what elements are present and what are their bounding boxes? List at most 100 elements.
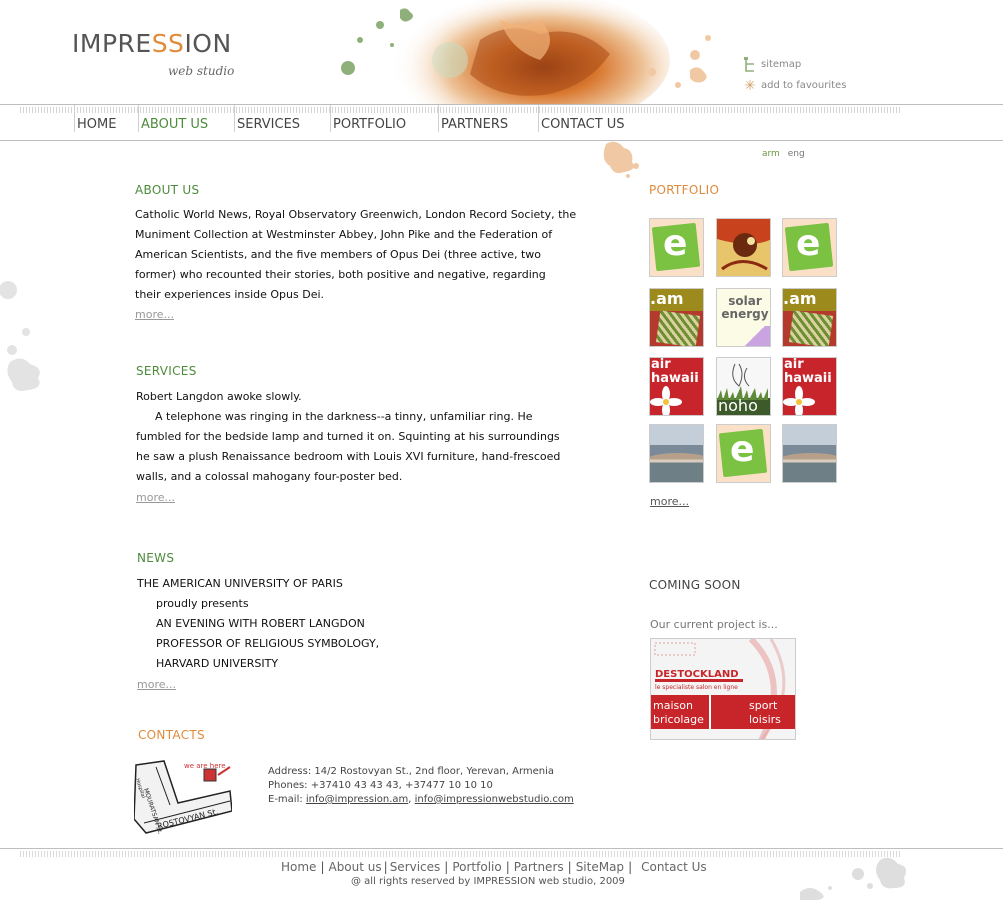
contacts-title: CONTACTS [138, 728, 205, 742]
portfolio-thumb-1[interactable]: e [649, 218, 704, 277]
sitemap-label: sitemap [761, 59, 802, 70]
portfolio-more-link[interactable]: more... [650, 495, 689, 508]
thumb-text: e [730, 429, 755, 470]
news-line: HARVARD UNIVERSITY [156, 657, 279, 670]
news-line: PROFESSOR OF RELIGIOUS SYMBOLOGY, [156, 637, 380, 650]
footer-link-contact[interactable]: Contact Us [641, 860, 707, 874]
footer-separator: | [320, 860, 325, 874]
footer-separator: | [505, 860, 510, 874]
footer-separator: | [444, 860, 449, 874]
footer-divider [0, 848, 1003, 858]
paint-splash-nav [603, 141, 639, 178]
ad-right-text: sport [749, 699, 778, 712]
email-prefix: E-mail: [268, 794, 306, 805]
logo-wordmark: IMPRESSION [72, 29, 232, 58]
ad-left-text-2: bricolage [653, 713, 704, 726]
services-text: Robert Langdon awoke slowly. A telephone… [136, 387, 560, 487]
footer-link-sitemap[interactable]: SiteMap [576, 860, 624, 874]
email-link-1[interactable]: info@impression.am [306, 794, 408, 805]
services-line: fumbled for the bedside lamp and turned … [136, 430, 560, 443]
logo-tagline: web studio [168, 64, 235, 78]
portfolio-thumb-9[interactable]: air hawaii [782, 357, 837, 416]
nav-contact-us[interactable]: CONTACT US [538, 105, 625, 132]
portfolio-thumb-12[interactable] [782, 424, 837, 483]
portfolio-thumb-3[interactable]: e [782, 218, 837, 277]
contact-address: Address: 14/2 Rostovyan St., 2nd floor, … [268, 766, 555, 777]
utility-links: sitemap ✳ add to favourites [742, 54, 846, 96]
ad-right-text-2: loisirs [749, 713, 781, 726]
contact-email-row: E-mail: info@impression.am, info@impress… [268, 793, 574, 807]
about-line: American Scientists, and the five member… [135, 248, 542, 261]
nav-home[interactable]: HOME [74, 105, 116, 132]
current-project-banner[interactable]: DESTOCKLAND le specialiste salon en lign… [650, 638, 796, 740]
portfolio-thumb-11[interactable]: e [716, 424, 771, 483]
portfolio-thumb-8[interactable]: noho [716, 357, 771, 416]
footer-link-about[interactable]: About us [328, 860, 381, 874]
news-line: proudly presents [156, 597, 249, 610]
footer-link-home[interactable]: Home [281, 860, 316, 874]
services-line: walls, and a colossal mahogany four-post… [136, 470, 403, 483]
language-switcher: arm eng [762, 149, 810, 159]
portfolio-thumb-5[interactable]: solar energy [716, 288, 771, 347]
header-banner-image [330, 0, 740, 104]
current-project-label: Our current project is... [650, 618, 778, 631]
news-more-link[interactable]: more... [137, 678, 176, 691]
services-title: SERVICES [136, 364, 197, 378]
portfolio-thumb-2[interactable] [716, 218, 771, 277]
about-line: their experiences inside Opus Dei. [135, 288, 325, 301]
main-navigation: HOME ABOUT US SERVICES PORTFOLIO PARTNER… [0, 104, 1003, 141]
footer-link-partners[interactable]: Partners [514, 860, 564, 874]
portfolio-thumb-4[interactable]: .am [649, 288, 704, 347]
nav-services[interactable]: SERVICES [234, 105, 300, 132]
ad-tagline: le specialiste salon en ligne [655, 684, 738, 691]
footer-nav: Home | About us | Services | Portfolio | Partner… [281, 860, 707, 874]
location-map[interactable]: we are here MOURATSAN St. ROSTOVYAN St. … [133, 759, 233, 835]
nav-about-us[interactable]: ABOUT US [138, 105, 208, 132]
thumb-text: .am [650, 289, 684, 308]
about-line: former) who recounted their stories, bot… [135, 268, 546, 281]
star-icon: ✳ [744, 77, 756, 94]
logo[interactable]: IMPRESSION web studio [72, 26, 242, 82]
sitemap-link[interactable]: sitemap [742, 54, 846, 75]
email-link-2[interactable]: info@impressionwebstudio.com [415, 794, 574, 805]
about-line: Catholic World News, Royal Observatory G… [135, 208, 577, 221]
lang-arm[interactable]: arm [762, 149, 780, 159]
news-text: THE AMERICAN UNIVERSITY OF PARIS proudly… [137, 574, 379, 674]
portfolio-title: PORTFOLIO [649, 183, 720, 197]
paint-splash-footer [800, 857, 906, 900]
about-line: Muniment Collection at Westminster Abbey… [135, 228, 553, 241]
thumb-text: e [663, 223, 688, 264]
thumb-text: .am [783, 289, 817, 308]
services-more-link[interactable]: more... [136, 491, 175, 504]
sitemap-icon [742, 56, 758, 73]
about-text: Catholic World News, Royal Observatory G… [135, 205, 576, 305]
footer-separator: | [628, 860, 633, 874]
news-title: NEWS [137, 551, 175, 565]
contact-info: Address: 14/2 Rostovyan St., 2nd floor, … [268, 765, 574, 807]
footer-separator: | [383, 860, 388, 874]
news-line: THE AMERICAN UNIVERSITY OF PARIS [137, 577, 343, 590]
thumb-text: noho [718, 396, 758, 415]
portfolio-thumb-6[interactable]: .am [782, 288, 837, 347]
nav-portfolio[interactable]: PORTFOLIO [330, 105, 406, 132]
nav-partners[interactable]: PARTNERS [438, 105, 508, 132]
coming-soon-title: COMING SOON [649, 578, 741, 592]
footer-dotted-line [20, 851, 900, 857]
services-line: Robert Langdon awoke slowly. [136, 390, 302, 403]
footer-link-portfolio[interactable]: Portfolio [452, 860, 501, 874]
portfolio-thumb-10[interactable] [649, 424, 704, 483]
paint-splash-left [0, 281, 40, 391]
about-more-link[interactable]: more... [135, 308, 174, 321]
footer-link-services[interactable]: Services [390, 860, 441, 874]
services-line: he saw a plush Renaissance bedroom with … [136, 450, 561, 463]
thumb-text: e [796, 223, 821, 264]
lang-eng[interactable]: eng [788, 149, 805, 159]
news-line: AN EVENING WITH ROBERT LANGDON [156, 617, 365, 630]
ad-brand: DESTOCKLAND [655, 669, 739, 680]
contact-phones: Phones: +37410 43 43 43, +37477 10 10 10 [268, 780, 493, 791]
add-to-favourites-link[interactable]: ✳ add to favourites [742, 75, 846, 96]
portfolio-thumb-7[interactable]: air hawaii [649, 357, 704, 416]
copyright: @ all rights reserved by IMPRESSION web … [351, 876, 625, 887]
ad-left-text: maison [653, 699, 693, 712]
footer-separator: | [567, 860, 572, 874]
